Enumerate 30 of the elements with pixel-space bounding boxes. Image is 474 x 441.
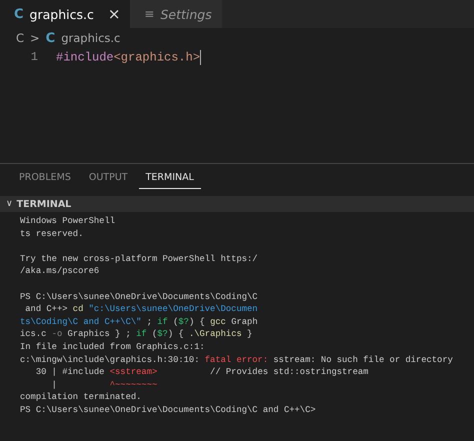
terminal-line: | ^~~~~~~~~ [50, 378, 158, 392]
code-line: #include<graphics.h> [56, 50, 202, 64]
panel-tab[interactable]: TERMINAL [138, 170, 201, 189]
terminal-line: compilation terminated. [20, 391, 142, 404]
chevron-icon: > [30, 31, 40, 45]
breadcrumb-folder[interactable]: C [16, 31, 24, 45]
line-number: 1 [30, 50, 39, 64]
c-file-icon: C [14, 6, 24, 22]
terminal-line: ics.c -o Graphics } ; if ($?) { .\Graphics } [20, 328, 254, 341]
terminal-title: TERMINAL [16, 198, 72, 210]
breadcrumb-file[interactable]: graphics.c [61, 31, 120, 45]
chevron-icon[interactable]: ∨ [6, 199, 13, 209]
terminal-line: PS C:\Users\sunee\OneDrive\Documents\Coding\C [20, 290, 259, 304]
terminal-line: PS C:\Users\sunee\OneDrive\Documents\Coding\C and C++\C> [20, 404, 317, 416]
terminal-line: ts reserved. [20, 228, 84, 240]
terminal-line: Windows PowerShell [20, 215, 116, 228]
terminal-line: /aka.ms/pscore6 [20, 265, 100, 278]
terminal-line: Try the new cross-platform PowerShell https:/ [20, 252, 259, 266]
terminal-line: In file included from Graphics.c:1: [20, 340, 206, 354]
terminal-line: 30 | #include <sstream> // Provides std::ostringstream [34, 366, 370, 379]
editor-tab[interactable]: C graphics.c × [0, 0, 130, 28]
settings-file-icon: ≡ [144, 7, 154, 21]
editor-tab[interactable]: ≡ Settings [130, 0, 222, 28]
terminal-line: ts\Coding\C and C++\C\" ; if ($?) { gcc Graph [20, 316, 259, 328]
panel-tab[interactable]: PROBLEMS [12, 170, 78, 189]
terminal-line: and C++> cd "c:\Users\sunee\OneDrive\Documen [24, 303, 259, 316]
close-icon[interactable]: × [108, 5, 120, 23]
c-file-icon: C [46, 30, 56, 46]
terminal-line: c:\mingw\include\graphics.h:30:10: fatal error: sstream: No such file or directory [20, 354, 454, 366]
panel-tab[interactable]: OUTPUT [82, 170, 135, 189]
